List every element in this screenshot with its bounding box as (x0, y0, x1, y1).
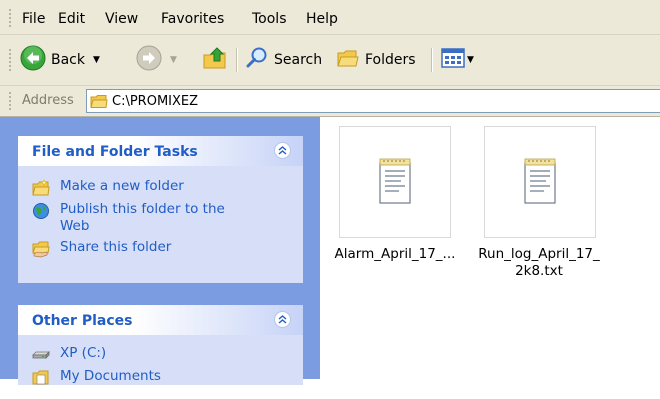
panel-title: File and Folder Tasks (32, 144, 198, 160)
panel-header[interactable]: File and Folder Tasks (18, 136, 303, 166)
back-arrow-icon (20, 45, 46, 75)
task-publish-folder-web[interactable]: Publish this folder to the Web (18, 201, 303, 235)
folder-icon (90, 94, 108, 109)
menu-bar-grip[interactable] (9, 9, 11, 27)
up-folder-icon (201, 44, 229, 76)
views-icon (441, 47, 465, 73)
text-file-icon (522, 157, 558, 211)
forward-button[interactable]: ▼ (136, 45, 177, 75)
address-input[interactable]: C:\PROMIXEZ (86, 89, 660, 113)
menu-favorites[interactable]: Favorites (161, 11, 224, 27)
menu-bar: File Edit View Favorites Tools Help (0, 0, 660, 35)
file-name-label[interactable]: Run_log_April_17_ 2k8.txt (464, 246, 614, 280)
menu-view[interactable]: View (105, 11, 138, 27)
toolbar-separator (431, 48, 433, 72)
panel-body: XP (C:) My Documents (18, 335, 303, 399)
task-label: Publish this folder to the Web (60, 201, 225, 234)
back-label: Back (51, 52, 85, 68)
task-label: Share this folder (60, 239, 172, 255)
text-file-icon (377, 157, 413, 211)
views-button[interactable]: ▼ (441, 45, 474, 75)
address-bar-grip[interactable] (9, 92, 11, 110)
menu-edit[interactable]: Edit (58, 11, 85, 27)
collapse-chevron-icon[interactable] (274, 142, 291, 159)
file-folder-tasks-panel: File and Folder Tasks Make a new folder (18, 136, 303, 283)
menu-help[interactable]: Help (306, 11, 338, 27)
task-pane: File and Folder Tasks Make a new folder (0, 117, 320, 385)
collapse-chevron-icon[interactable] (274, 311, 291, 328)
place-my-documents[interactable]: My Documents (18, 368, 303, 387)
folders-icon (336, 46, 360, 74)
file-view: Alarm_April_17_... Run_log_April_17_ 2k8… (320, 117, 660, 379)
forward-arrow-icon (136, 45, 162, 75)
folders-button[interactable]: Folders (336, 45, 416, 75)
menu-file[interactable]: File (22, 11, 45, 27)
place-label: My Documents (60, 368, 161, 384)
toolbar-grip[interactable] (9, 49, 11, 71)
forward-dropdown-icon[interactable]: ▼ (170, 55, 177, 65)
up-folder-button[interactable] (201, 45, 229, 75)
drive-icon (32, 346, 50, 364)
search-icon (245, 46, 269, 74)
other-places-panel: Other Places XP (C:) My Documents (18, 305, 303, 385)
file-name-label[interactable]: Alarm_April_17_... (320, 246, 470, 263)
place-xp-drive[interactable]: XP (C:) (18, 345, 303, 364)
standard-toolbar: Back ▼ ▼ Search Folders ▼ (0, 35, 660, 86)
place-label: XP (C:) (60, 345, 107, 361)
folders-label: Folders (365, 52, 416, 68)
address-bar: Address C:\PROMIXEZ (0, 86, 660, 117)
task-share-folder[interactable]: Share this folder (18, 239, 303, 258)
task-label: Make a new folder (60, 178, 184, 194)
task-make-new-folder[interactable]: Make a new folder (18, 178, 303, 197)
search-label: Search (274, 52, 323, 68)
new-folder-icon (32, 179, 50, 197)
back-button[interactable]: Back ▼ (20, 45, 100, 75)
my-documents-icon (32, 369, 50, 387)
search-button[interactable]: Search (245, 45, 322, 75)
address-label: Address (22, 93, 74, 108)
back-dropdown-icon[interactable]: ▼ (93, 55, 100, 65)
publish-web-icon (32, 202, 50, 220)
panel-body: Make a new folder Publish this folder to… (18, 166, 303, 270)
panel-title: Other Places (32, 313, 133, 329)
views-dropdown-icon[interactable]: ▼ (467, 55, 474, 65)
toolbar-separator (236, 48, 238, 72)
panel-header[interactable]: Other Places (18, 305, 303, 335)
file-thumbnail[interactable] (339, 126, 451, 238)
file-thumbnail[interactable] (484, 126, 596, 238)
address-path: C:\PROMIXEZ (112, 93, 199, 109)
share-folder-icon (32, 240, 50, 258)
menu-tools[interactable]: Tools (252, 11, 287, 27)
